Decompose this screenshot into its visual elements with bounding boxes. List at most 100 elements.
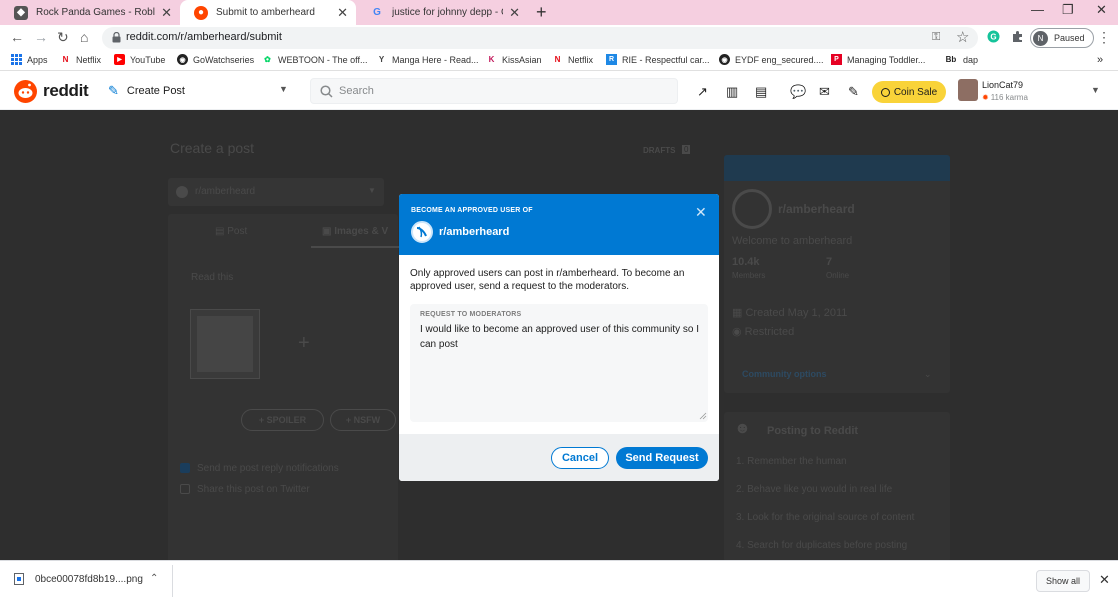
bookmark-gowatchseries[interactable]: ◉ GoWatchseries [177,54,254,65]
created-date-text: Created May 1, 2011 [745,307,848,319]
resize-grip-icon[interactable] [699,412,707,420]
request-to-moderators-field[interactable]: REQUEST TO MODERATORS I would like to be… [410,304,708,422]
back-icon[interactable]: ← [10,29,24,45]
bookmark-youtube[interactable]: ▶ YouTube [114,54,165,65]
chevron-up-icon[interactable]: ⌃ [150,573,158,584]
tab-title: Submit to amberheard [216,7,315,18]
request-field-value[interactable]: I would like to become an approved user … [420,322,710,352]
file-icon [14,573,24,585]
community-options[interactable]: Community options [742,369,827,379]
tab-close-icon[interactable]: ✕ [161,5,172,21]
drafts-button[interactable]: DRAFTS [643,146,675,155]
user-menu-chevron-icon[interactable]: ▼ [1091,85,1100,95]
coins-icon[interactable]: ▤ [755,84,767,100]
create-post-dropdown[interactable]: ✎ Create Post ▼ [108,78,292,104]
members-count: 10.4k [732,256,760,268]
notify-checkbox[interactable] [180,463,190,473]
rule-item: 2. Behave like you would in real life [736,484,893,495]
tab-reddit-submit[interactable]: ● Submit to amberheard ✕ [180,0,356,25]
chat-icon[interactable]: 💬 [790,84,806,100]
create-post-pen-icon[interactable]: ✎ [848,84,859,100]
password-key-icon[interactable]: ⚿ [932,31,940,44]
reddit-icon: ● [194,5,208,20]
bookmark-netflix[interactable]: N Netflix [60,54,101,65]
download-item[interactable]: 0bce00078fd8b19....png [14,573,143,585]
spoiler-button[interactable]: + SPOILER [241,409,324,431]
stats-icon[interactable]: ▥ [726,84,738,100]
search-icon [320,85,333,98]
cancel-button[interactable]: Cancel [551,447,609,469]
image-thumbnail[interactable] [190,309,260,379]
bookmark-dap[interactable]: Bb dap [944,54,978,65]
bookmarks-bar: Apps N Netflix ▶ YouTube ◉ GoWatchseries… [0,51,1118,71]
share-twitter-label: Share this post on Twitter [197,484,310,495]
tab-close-icon[interactable]: ✕ [509,5,520,21]
forward-icon[interactable]: → [34,29,48,45]
bookmark-apps[interactable]: Apps [11,54,48,65]
omnibox[interactable]: reddit.com/r/amberheard/submit ⚿ ☆ [102,27,978,49]
tab-close-icon[interactable]: ✕ [337,5,348,21]
avatar[interactable] [958,79,978,101]
window-close-icon[interactable]: ✕ [1096,2,1107,18]
modal-kicker: BECOME AN APPROVED USER OF [411,207,533,214]
svg-text:G: G [990,33,996,42]
reddit-logo-icon[interactable] [14,80,37,103]
messages-icon[interactable]: ✉ [819,84,830,100]
coin-sale-button[interactable]: Coin Sale [872,81,946,103]
sidebar-community-name[interactable]: r/amberheard [778,202,855,216]
show-all-button[interactable]: Show all [1036,570,1090,592]
community-selector[interactable]: r/amberheard ▼ [168,178,384,206]
send-request-button[interactable]: Send Request [616,447,708,469]
search-input[interactable]: Search [310,78,678,104]
bookmark-netflix-2[interactable]: N Netflix [552,54,593,65]
bookmark-kissasian[interactable]: K KissAsian [486,54,542,65]
close-icon[interactable]: ✕ [695,204,707,221]
bookmark-managing-toddler[interactable]: P Managing Toddler... [831,54,925,65]
reddit-header: reddit ✎ Create Post ▼ Search ↗ ▥ ▤ 💬 ✉ … [0,72,1118,110]
new-tab-icon[interactable]: + [536,2,547,23]
members-label: Members [732,271,766,280]
bookmark-rie[interactable]: R RIE - Respectful car... [606,54,710,65]
bookmark-star-icon[interactable]: ☆ [956,28,969,46]
restore-icon[interactable]: ❐ [1062,2,1074,18]
post-editor-card [168,214,398,566]
bookmarks-overflow-icon[interactable]: » [1097,54,1103,66]
profile-paused-button[interactable]: N Paused [1030,28,1094,48]
bookmark-eydf[interactable]: ◉ EYDF eng_secured.... [719,54,824,65]
nsfw-button[interactable]: + NSFW [330,409,396,431]
roblox-icon: ◆ [14,5,28,20]
bookmark-label: Netflix [76,54,102,65]
chevron-down-icon[interactable]: ⌄ [924,369,932,380]
tab-images-video[interactable]: ▣ Images & V [322,226,388,237]
tab-roblox[interactable]: ◆ Rock Panda Games - Roblox ✕ [0,0,180,25]
posting-rules-card: ☻ Posting to Reddit 1. Remember the huma… [724,412,950,562]
eydf-icon: ◉ [719,54,730,65]
username[interactable]: LionCat79 [982,80,1023,90]
reload-icon[interactable]: ↻ [57,29,69,46]
minimize-icon[interactable]: — [1031,2,1044,17]
tab-google-search[interactable]: G justice for johnny depp - Google ✕ [356,0,528,25]
image-icon: ▣ [322,226,332,237]
chrome-menu-icon[interactable]: ⋮ [1097,29,1111,46]
karma-count: ✹ 116 karma [982,93,1028,102]
community-selector-label: r/amberheard [195,186,256,197]
page-title: Create a post [170,140,255,156]
bookmark-label: GoWatchseries [193,54,255,65]
grammarly-extension-icon[interactable]: G [987,30,1000,43]
share-twitter-checkbox[interactable] [180,484,190,494]
webtoon-icon: ✿ [264,55,271,64]
bookmark-webtoon[interactable]: ✿ WEBTOON - The off... [262,54,367,65]
close-download-bar-icon[interactable]: ✕ [1099,572,1110,588]
spoiler-label: SPOILER [266,415,307,425]
home-icon[interactable]: ⌂ [80,29,88,45]
post-tab-icon: ▤ [215,226,225,237]
extensions-puzzle-icon[interactable] [1011,30,1024,43]
sidebar-banner [724,155,950,181]
bookmark-mangahere[interactable]: Y Manga Here - Read... [376,54,479,65]
add-image-icon[interactable]: + [298,332,310,355]
reddit-wordmark[interactable]: reddit [43,81,89,101]
popular-trending-icon[interactable]: ↗ [697,84,708,100]
bookmark-label: Apps [27,54,48,65]
community-sidebar-card: r/amberheard Welcome to amberheard 10.4k… [724,155,950,393]
tab-post[interactable]: ▤ Post [215,226,247,237]
